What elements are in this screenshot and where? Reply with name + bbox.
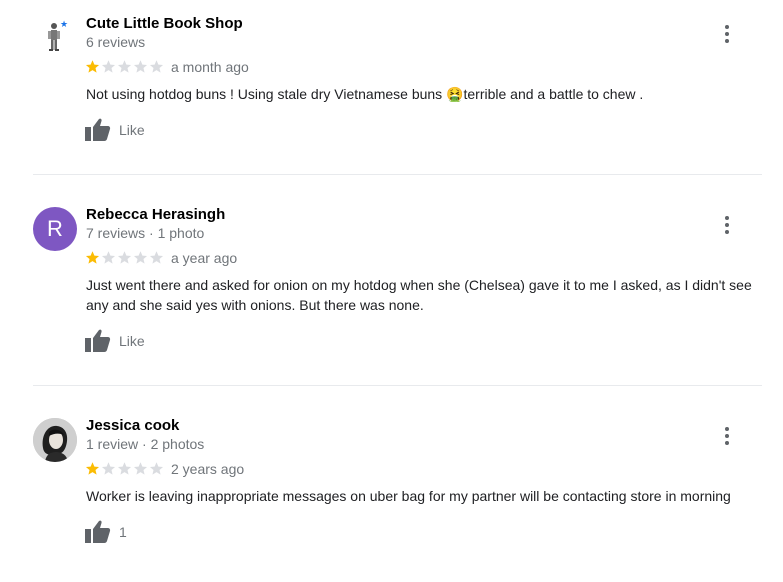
star-empty-icon (101, 462, 116, 475)
star-empty-icon (117, 251, 132, 264)
reviewer-meta[interactable]: 6 reviews (86, 34, 145, 50)
divider (33, 385, 762, 386)
avatar[interactable]: ★ (33, 16, 77, 60)
star-empty-icon (149, 60, 164, 73)
more-options-icon[interactable] (716, 214, 738, 236)
svg-text:★: ★ (60, 20, 68, 30)
review-card: Jessica cook 1 review · 2 photos 2 years… (0, 402, 783, 582)
more-options-icon[interactable] (716, 425, 738, 447)
reviewer-name[interactable]: Rebecca Herasingh (86, 206, 225, 223)
review-text: Just went there and asked for onion on m… (86, 277, 752, 313)
star-empty-icon (133, 60, 148, 73)
portrait-photo-icon (33, 418, 77, 462)
reviewer-meta[interactable]: 7 reviews · 1 photo (86, 225, 204, 241)
star-filled-icon (85, 60, 100, 73)
star-empty-icon (101, 60, 116, 73)
robot-figure-icon: ★ (33, 16, 77, 60)
review-time: a year ago (171, 250, 238, 266)
reviewer-name[interactable]: Cute Little Book Shop (86, 15, 243, 32)
star-empty-icon (133, 251, 148, 264)
divider (33, 174, 762, 175)
like-count: 1 (119, 523, 127, 540)
star-filled-icon (85, 251, 100, 264)
like-button[interactable]: Like (84, 328, 145, 353)
review-time: 2 years ago (171, 461, 245, 477)
reviewer-name[interactable]: Jessica cook (86, 417, 179, 434)
more-options-icon[interactable] (716, 23, 738, 45)
like-button[interactable]: Like (84, 117, 145, 142)
star-empty-icon (149, 462, 164, 475)
avatar[interactable]: R (33, 207, 77, 251)
thumbs-up-icon (85, 520, 111, 543)
thumbs-up-icon (85, 329, 111, 352)
star-empty-icon (133, 462, 148, 475)
avatar[interactable] (33, 418, 77, 462)
like-label: Like (119, 121, 145, 138)
star-empty-icon (149, 251, 164, 264)
star-empty-icon (117, 60, 132, 73)
star-empty-icon (117, 462, 132, 475)
thumbs-up-icon (85, 118, 111, 141)
review-time: a month ago (171, 59, 249, 75)
review-card: ★ Cute Little Book Shop 6 reviews a mont… (0, 0, 783, 180)
star-filled-icon (85, 462, 100, 475)
reviewer-meta[interactable]: 1 review · 2 photos (86, 436, 204, 452)
star-rating (85, 250, 164, 265)
review-text: Worker is leaving inappropriate messages… (86, 488, 731, 504)
star-rating (85, 461, 164, 476)
star-rating (85, 59, 164, 74)
review-card: R Rebecca Herasingh 7 reviews · 1 photo … (0, 191, 783, 371)
star-empty-icon (101, 251, 116, 264)
review-text: Not using hotdog buns ! Using stale dry … (86, 86, 644, 102)
like-label: Like (119, 332, 145, 349)
like-button[interactable]: 1 (84, 519, 127, 544)
